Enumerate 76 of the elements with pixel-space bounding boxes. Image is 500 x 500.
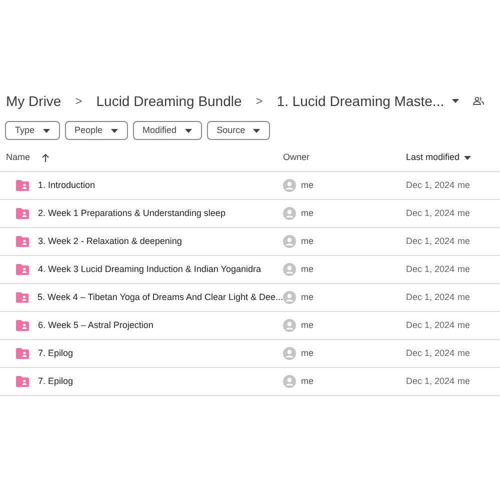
person-icon [283,291,296,304]
caret-icon [110,128,118,132]
folder-name: 1. Introduction [38,178,96,192]
filter-chip[interactable]: People [64,121,128,140]
modified-by: me [458,346,470,360]
owner-name: me [301,178,314,192]
owner-name: me [301,262,314,276]
shared-folder-icon [16,320,29,331]
filter-chip[interactable]: Modified [132,121,202,140]
modified-by: me [458,206,470,220]
column-header[interactable]: Last modified [406,150,460,164]
file-row[interactable]: 2. Week 1 Preparations & Understanding sleep me Dec 1, 2024 me [0,200,500,228]
shared-folder-icon [16,264,29,275]
people-icon [473,97,484,105]
file-row[interactable]: 3. Week 2 - Relaxation & deepening me Dec 1, 2024 me [0,228,500,256]
owner-name: me [301,234,314,248]
modified-by: me [458,234,470,248]
shared-folder-icon [16,208,29,219]
folder-name: 4. Week 3 Lucid Dreaming Induction & Indian Yoganidra [38,262,261,276]
folder-name: 7. Epilog [38,374,74,388]
folder-name: 6. Week 5 – Astral Projection [38,318,154,332]
caret-icon [452,99,460,103]
person-icon [283,207,296,220]
person-icon [283,235,296,248]
owner-name: me [301,206,314,220]
owner-name: me [301,290,314,304]
filter-chip[interactable]: Type [5,121,60,140]
folder-name: 5. Week 4 – Tibetan Yoga of Dreams And Clear Light & Dee... [38,290,283,304]
file-row[interactable]: 7. Epilog me Dec 1, 2024 me [0,340,500,368]
modified-by: me [458,374,470,388]
person-icon [283,263,296,276]
sort-up-arrow-icon[interactable] [42,154,50,162]
breadcrumb-item[interactable]: My Drive [6,90,62,112]
caret-icon [42,128,50,132]
modified-date: Dec 1, 2024 [406,206,455,220]
file-row[interactable]: 5. Week 4 – Tibetan Yoga of Dreams And Clear Light & Dee... me Dec 1, 2024 me [0,284,500,312]
modified-by: me [458,262,470,276]
column-header[interactable]: Name [6,150,30,164]
modified-by: me [458,318,470,332]
breadcrumb-item[interactable]: Lucid Dreaming Bundle [96,90,242,112]
shared-folder-icon [16,236,29,247]
modified-date: Dec 1, 2024 [406,318,455,332]
file-row[interactable]: 6. Week 5 – Astral Projection me Dec 1, 2024 me [0,312,500,340]
breadcrumb-item[interactable]: 1. Lucid Dreaming Maste... [276,90,444,112]
column-header[interactable]: Owner [283,152,310,162]
person-icon [283,179,296,192]
file-row[interactable]: 1. Introduction me Dec 1, 2024 me [0,172,500,200]
folder-name: 2. Week 1 Preparations & Understanding sleep [38,206,226,220]
modified-by: me [458,290,470,304]
modified-date: Dec 1, 2024 [406,346,455,360]
modified-date: Dec 1, 2024 [406,374,455,388]
file-row[interactable]: 4. Week 3 Lucid Dreaming Induction & Indian Yoganidra me Dec 1, 2024 me [0,256,500,284]
breadcrumb-separator: > [75,93,82,110]
person-icon [283,375,296,388]
folder-name: 3. Week 2 - Relaxation & deepening [38,234,182,248]
person-icon [283,319,296,332]
modified-date: Dec 1, 2024 [406,234,455,248]
shared-folder-icon [16,292,29,303]
shared-folder-icon [16,376,29,387]
modified-date: Dec 1, 2024 [406,290,455,304]
caret-icon [184,128,192,132]
breadcrumb-separator: > [256,93,263,110]
modified-date: Dec 1, 2024 [406,178,455,192]
owner-name: me [301,346,314,360]
person-icon [283,347,296,360]
owner-name: me [301,318,314,332]
shared-folder-icon [16,180,29,191]
modified-by: me [458,178,470,192]
file-row[interactable]: 7. Epilog me Dec 1, 2024 me [0,368,500,396]
caret-icon [464,156,471,160]
folder-name: 7. Epilog [38,346,74,360]
shared-folder-icon [16,348,29,359]
modified-date: Dec 1, 2024 [406,262,455,276]
filter-chip[interactable]: Source [206,121,270,140]
caret-icon [253,128,260,132]
owner-name: me [301,374,314,388]
